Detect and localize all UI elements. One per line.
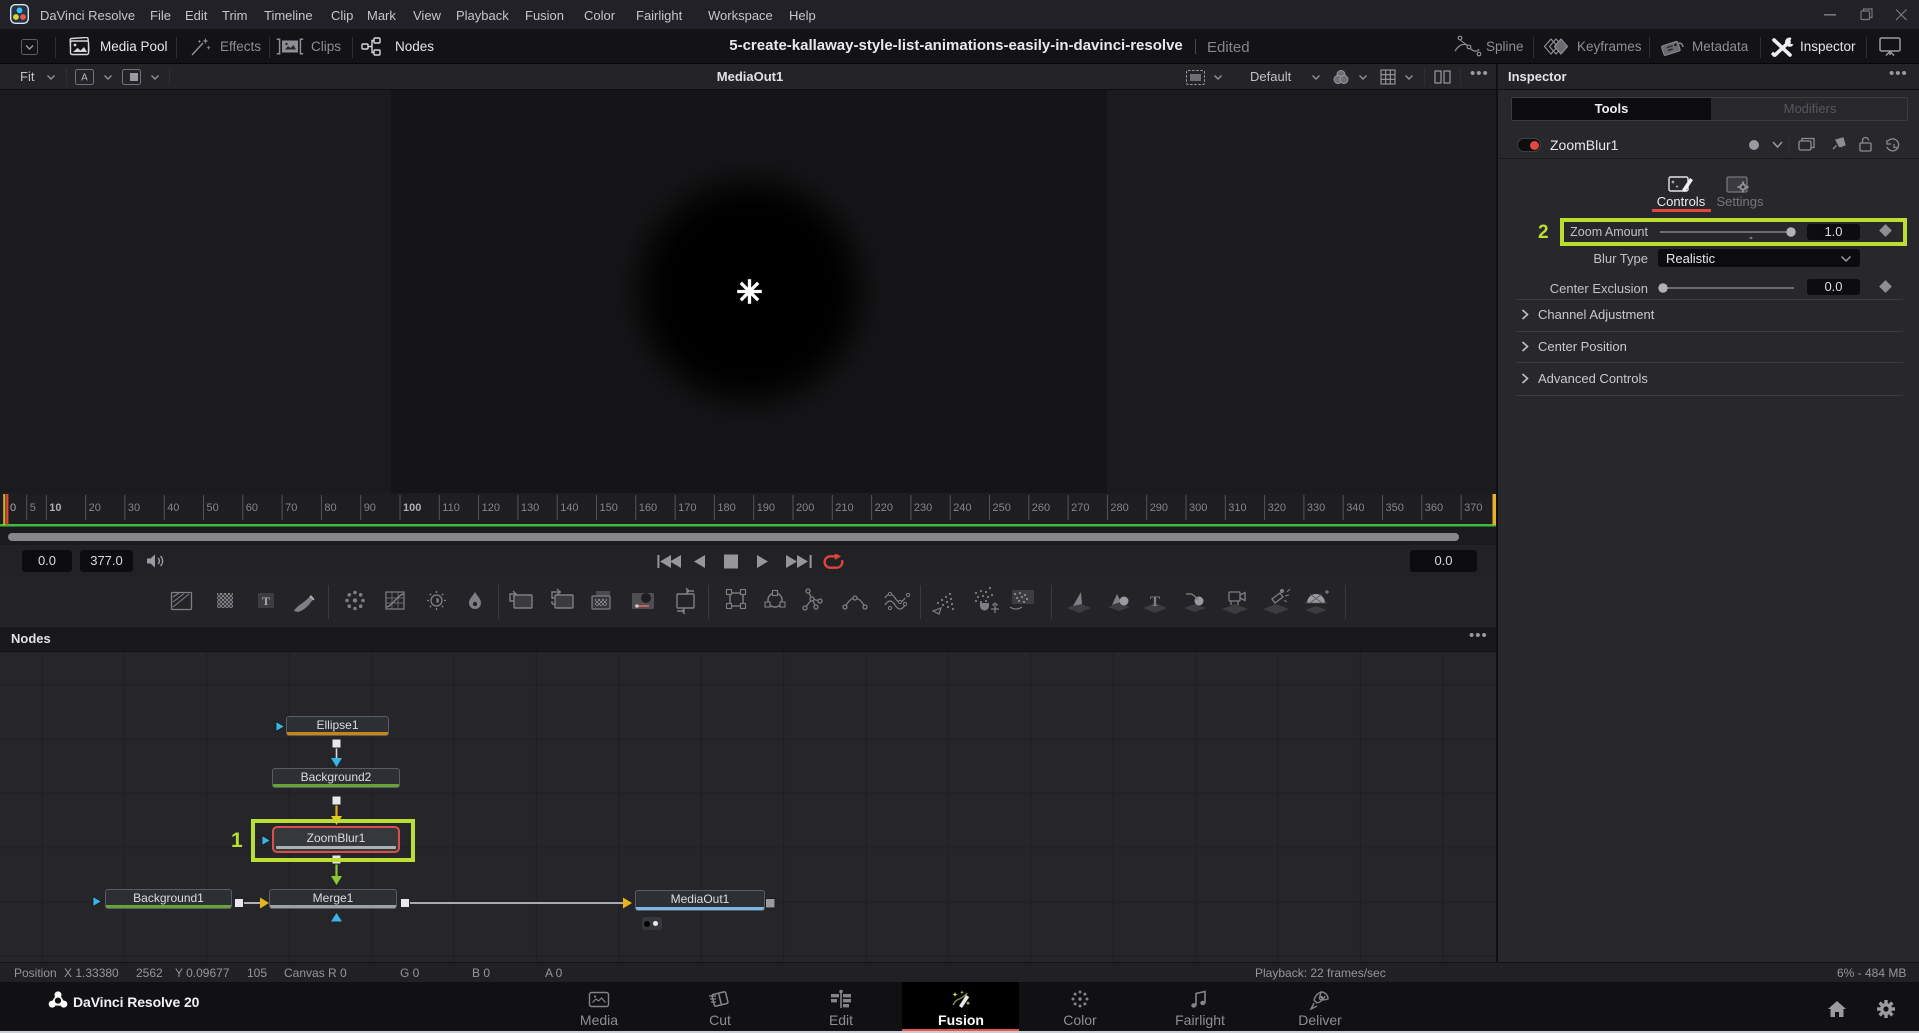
svg-text:100: 100: [403, 502, 421, 514]
svg-text:240: 240: [953, 502, 971, 514]
svg-text:270: 270: [1071, 502, 1089, 514]
svg-text:350: 350: [1386, 502, 1404, 514]
svg-text:130: 130: [521, 502, 539, 514]
svg-text:150: 150: [600, 502, 618, 514]
svg-text:360: 360: [1425, 502, 1443, 514]
svg-text:220: 220: [875, 502, 893, 514]
svg-text:40: 40: [167, 502, 179, 514]
svg-text:190: 190: [757, 502, 775, 514]
svg-text:210: 210: [835, 502, 853, 514]
svg-text:20: 20: [89, 502, 101, 514]
svg-text:60: 60: [246, 502, 258, 514]
svg-text:70: 70: [285, 502, 297, 514]
svg-text:50: 50: [207, 502, 219, 514]
svg-text:5: 5: [30, 502, 36, 514]
svg-text:320: 320: [1268, 502, 1286, 514]
svg-text:170: 170: [678, 502, 696, 514]
svg-text:290: 290: [1150, 502, 1168, 514]
svg-text:140: 140: [560, 502, 578, 514]
svg-text:T: T: [1150, 594, 1160, 610]
svg-text:30: 30: [128, 502, 140, 514]
svg-text:120: 120: [482, 502, 500, 514]
svg-text:200: 200: [796, 502, 814, 514]
svg-text:370: 370: [1464, 502, 1482, 514]
svg-text:T: T: [262, 594, 270, 608]
svg-text:250: 250: [993, 502, 1011, 514]
svg-text:110: 110: [442, 502, 460, 514]
svg-text:10: 10: [49, 502, 61, 514]
svg-text:260: 260: [1032, 502, 1050, 514]
svg-text:330: 330: [1307, 502, 1325, 514]
svg-text:300: 300: [1189, 502, 1207, 514]
svg-text:280: 280: [1110, 502, 1128, 514]
svg-text:160: 160: [639, 502, 657, 514]
svg-text:80: 80: [324, 502, 336, 514]
svg-text:230: 230: [914, 502, 932, 514]
svg-text:A: A: [81, 73, 88, 84]
svg-text:310: 310: [1228, 502, 1246, 514]
svg-text:0: 0: [10, 502, 16, 514]
svg-text:180: 180: [717, 502, 735, 514]
svg-text:90: 90: [364, 502, 376, 514]
svg-text:340: 340: [1346, 502, 1364, 514]
